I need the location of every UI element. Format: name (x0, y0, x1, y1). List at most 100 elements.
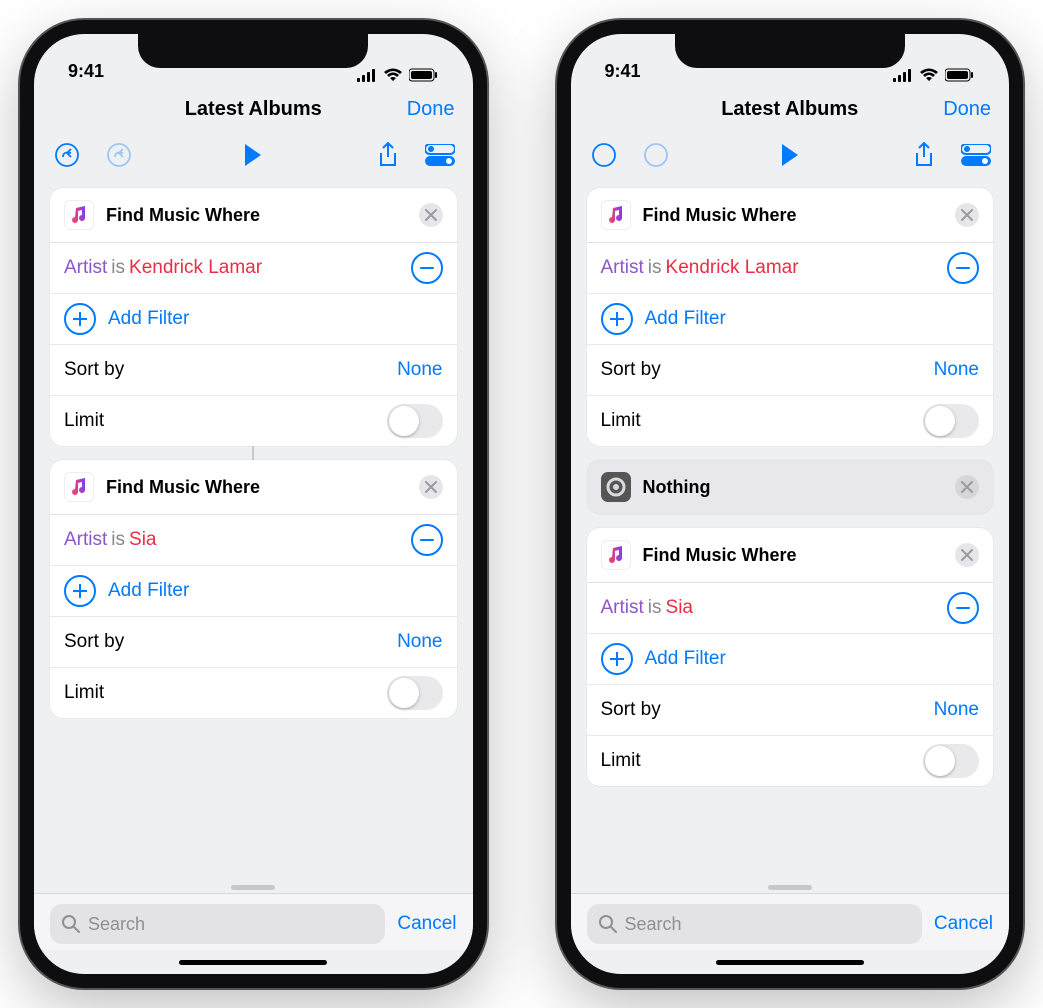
battery-icon (409, 68, 439, 82)
limit-row: Limit (587, 396, 994, 446)
sort-by-value[interactable]: None (397, 359, 442, 381)
filter-row[interactable]: ArtistisSia (50, 515, 457, 566)
card-title: Nothing (643, 477, 944, 498)
action-card[interactable]: Find Music Where ArtistisSia (587, 528, 994, 786)
cellular-signal-icon (357, 69, 377, 82)
close-icon[interactable] (419, 203, 443, 227)
add-filter-label: Add Filter (645, 308, 726, 330)
sort-by-label: Sort by (64, 631, 124, 653)
limit-row: Limit (50, 396, 457, 446)
actions-list[interactable]: Find Music Where ArtistisKendrick Lamar (34, 182, 473, 893)
search-placeholder: Search (88, 914, 145, 935)
search-icon (599, 915, 617, 933)
undo-button[interactable] (50, 138, 84, 172)
redo-button (639, 138, 673, 172)
search-placeholder: Search (625, 914, 682, 935)
play-button[interactable] (773, 138, 807, 172)
filter-text[interactable]: ArtistisSia (64, 529, 156, 551)
sort-by-row[interactable]: Sort by None (50, 345, 457, 396)
remove-filter-button[interactable] (947, 592, 979, 624)
sort-by-label: Sort by (64, 359, 124, 381)
card-title: Find Music Where (643, 545, 944, 566)
remove-filter-button[interactable] (947, 252, 979, 284)
add-filter-row[interactable]: Add Filter (587, 294, 994, 345)
settings-toggle-button[interactable] (423, 138, 457, 172)
music-app-icon (64, 200, 94, 230)
filter-text[interactable]: ArtistisSia (601, 597, 693, 619)
drag-handle[interactable] (231, 885, 275, 890)
limit-label: Limit (601, 750, 641, 772)
sort-by-row[interactable]: Sort by None (587, 345, 994, 396)
sort-by-label: Sort by (601, 359, 661, 381)
redo-button (102, 138, 136, 172)
plus-icon (601, 643, 633, 675)
play-button[interactable] (236, 138, 270, 172)
home-indicator[interactable] (34, 950, 473, 974)
cancel-button[interactable]: Cancel (397, 913, 456, 935)
filter-row[interactable]: ArtistisKendrick Lamar (587, 243, 994, 294)
card-header[interactable]: Find Music Where (587, 188, 994, 243)
plus-icon (601, 303, 633, 335)
close-icon[interactable] (419, 475, 443, 499)
remove-filter-button[interactable] (411, 524, 443, 556)
wifi-icon (383, 68, 403, 82)
sort-by-value[interactable]: None (934, 699, 979, 721)
done-button[interactable]: Done (943, 98, 991, 121)
add-filter-row[interactable]: Add Filter (587, 634, 994, 685)
remove-filter-button[interactable] (411, 252, 443, 284)
plus-icon (64, 575, 96, 607)
filter-row[interactable]: ArtistisSia (587, 583, 994, 634)
status-indicators (357, 68, 439, 82)
footer: Search Cancel (34, 893, 473, 974)
sort-by-label: Sort by (601, 699, 661, 721)
close-icon[interactable] (955, 543, 979, 567)
sort-by-row[interactable]: Sort by None (50, 617, 457, 668)
card-title: Find Music Where (643, 205, 944, 226)
card-header[interactable]: Find Music Where (50, 188, 457, 243)
action-card[interactable]: Find Music Where ArtistisSia (50, 460, 457, 718)
limit-row: Limit (50, 668, 457, 718)
done-button[interactable]: Done (407, 98, 455, 121)
share-button[interactable] (371, 138, 405, 172)
card-header[interactable]: Nothing (587, 460, 994, 514)
add-filter-row[interactable]: Add Filter (50, 566, 457, 617)
nothing-card[interactable]: Nothing (587, 460, 994, 514)
search-input[interactable]: Search (587, 904, 922, 944)
sort-by-value[interactable]: None (934, 359, 979, 381)
search-input[interactable]: Search (50, 904, 385, 944)
filter-text[interactable]: ArtistisKendrick Lamar (64, 257, 262, 279)
action-card[interactable]: Find Music Where ArtistisKendrick Lamar (50, 188, 457, 446)
sort-by-row[interactable]: Sort by None (587, 685, 994, 736)
action-card[interactable]: Find Music Where ArtistisKendrick Lamar (587, 188, 994, 446)
cellular-signal-icon (893, 69, 913, 82)
limit-switch[interactable] (923, 744, 979, 778)
add-filter-row[interactable]: Add Filter (50, 294, 457, 345)
limit-label: Limit (64, 682, 104, 704)
music-app-icon (601, 200, 631, 230)
cancel-button[interactable]: Cancel (934, 913, 993, 935)
limit-switch[interactable] (387, 676, 443, 710)
status-time: 9:41 (605, 61, 641, 82)
screen: 9:41 Latest Albums Done (571, 34, 1010, 974)
undo-button[interactable] (587, 138, 621, 172)
filter-text[interactable]: ArtistisKendrick Lamar (601, 257, 799, 279)
iphone-frame-right: 9:41 Latest Albums Done (557, 20, 1024, 988)
card-title: Find Music Where (106, 477, 407, 498)
gear-icon (601, 472, 631, 502)
card-header[interactable]: Find Music Where (50, 460, 457, 515)
settings-toggle-button[interactable] (959, 138, 993, 172)
limit-switch[interactable] (923, 404, 979, 438)
card-header[interactable]: Find Music Where (587, 528, 994, 583)
wifi-icon (919, 68, 939, 82)
add-filter-label: Add Filter (108, 308, 189, 330)
share-button[interactable] (907, 138, 941, 172)
actions-list[interactable]: Find Music Where ArtistisKendrick Lamar (571, 182, 1010, 893)
home-indicator[interactable] (571, 950, 1010, 974)
filter-row[interactable]: ArtistisKendrick Lamar (50, 243, 457, 294)
limit-switch[interactable] (387, 404, 443, 438)
status-time: 9:41 (68, 61, 104, 82)
close-icon[interactable] (955, 203, 979, 227)
sort-by-value[interactable]: None (397, 631, 442, 653)
close-icon[interactable] (955, 475, 979, 499)
drag-handle[interactable] (768, 885, 812, 890)
